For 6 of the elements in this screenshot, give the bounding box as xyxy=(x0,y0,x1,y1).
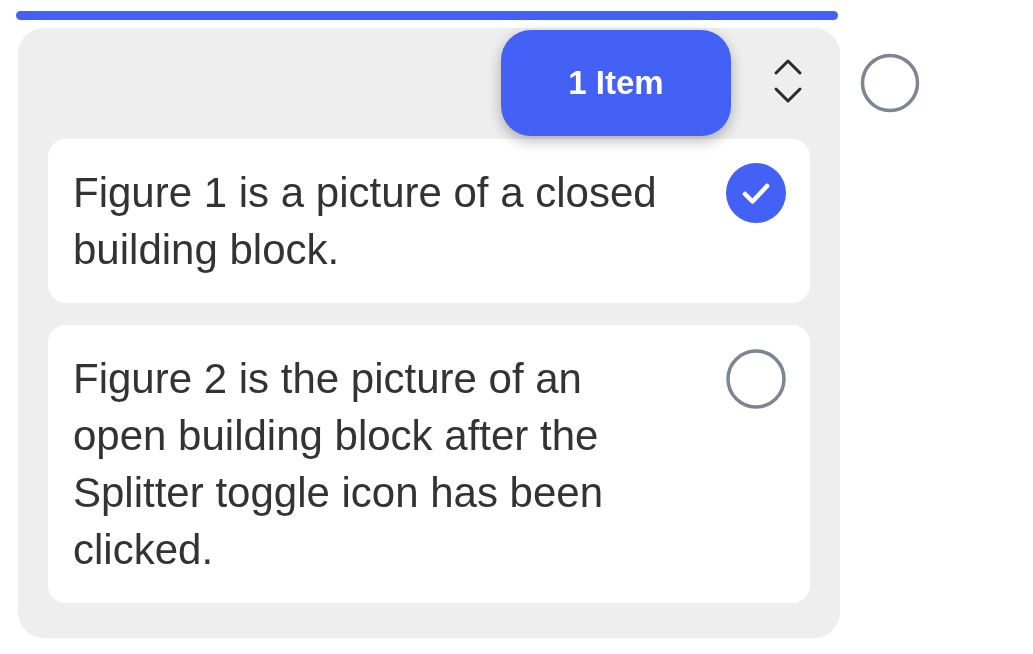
option-text: Figure 2 is the picture of an open building block after the Splitter toggle icon has been clicked. xyxy=(73,354,605,575)
empty-circle-checkbox[interactable] xyxy=(726,349,786,409)
radio-button[interactable] xyxy=(860,53,920,113)
option-text: Figure 1 is a picture of a closed building block. xyxy=(73,168,658,275)
checked-circle-checkbox[interactable] xyxy=(726,163,786,223)
drag-count-badge: 1 Item xyxy=(501,30,731,136)
